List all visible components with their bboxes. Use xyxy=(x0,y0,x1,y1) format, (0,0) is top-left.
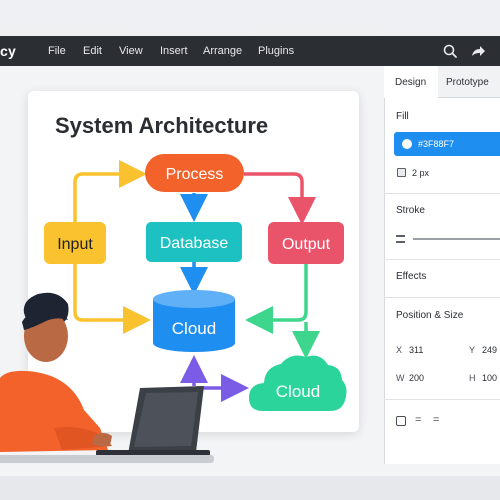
svg-text:Cloud: Cloud xyxy=(172,319,216,338)
node-cloud[interactable]: Cloud xyxy=(249,355,347,411)
w-field[interactable]: 200 xyxy=(409,373,424,383)
align-distribute-icon[interactable]: = xyxy=(433,414,439,426)
laptop-illustration xyxy=(96,386,210,456)
desk-surface xyxy=(0,455,214,463)
diagram-title: System Architecture xyxy=(55,113,268,138)
tab-design[interactable]: Design xyxy=(395,77,426,88)
h-field[interactable]: 100 xyxy=(482,373,497,383)
border-width-value[interactable]: 2 px xyxy=(412,168,429,178)
color-swatch-icon[interactable] xyxy=(402,139,412,149)
node-process[interactable]: Process xyxy=(145,154,244,192)
arrow-output-cloud xyxy=(245,264,308,334)
fill-color-value: #3F88F7 xyxy=(418,139,455,149)
x-field[interactable]: 311 xyxy=(409,345,423,355)
position-section-title: Position & Size xyxy=(396,310,464,321)
tab-prototype[interactable]: Prototype xyxy=(446,77,489,88)
align-center-icon[interactable]: = xyxy=(415,414,421,426)
svg-text:Database: Database xyxy=(160,235,229,252)
arrow-input-process xyxy=(73,160,147,222)
properties-panel xyxy=(384,66,500,464)
stroke-width-icon xyxy=(396,235,405,243)
section-divider xyxy=(384,399,500,400)
stroke-section-title: Stroke xyxy=(396,205,425,216)
node-output[interactable]: Output xyxy=(268,222,344,264)
arrow-process-output xyxy=(244,172,316,225)
svg-text:Input: Input xyxy=(57,236,93,253)
effects-section-title: Effects xyxy=(396,271,427,282)
h-label: H xyxy=(469,373,476,383)
section-divider xyxy=(384,193,500,194)
node-cloud-database[interactable]: Cloud xyxy=(153,290,235,352)
svg-text:Cloud: Cloud xyxy=(276,382,320,401)
stroke-slider[interactable] xyxy=(413,238,500,240)
border-checkbox[interactable] xyxy=(397,168,406,177)
svg-text:Output: Output xyxy=(282,236,331,253)
section-divider xyxy=(384,259,500,260)
person-illustration xyxy=(0,292,112,452)
x-label: X xyxy=(396,345,403,355)
y-label: Y xyxy=(469,345,476,355)
arrow-input-cloud xyxy=(73,264,151,334)
fill-section-title: Fill xyxy=(396,111,409,122)
align-box-icon[interactable] xyxy=(396,416,406,426)
svg-text:Process: Process xyxy=(166,166,224,183)
node-database[interactable]: Database xyxy=(146,222,242,262)
node-input[interactable]: Input xyxy=(44,222,106,264)
section-divider xyxy=(384,297,500,298)
y-field[interactable]: 249 xyxy=(482,345,497,355)
w-label: W xyxy=(396,373,405,383)
